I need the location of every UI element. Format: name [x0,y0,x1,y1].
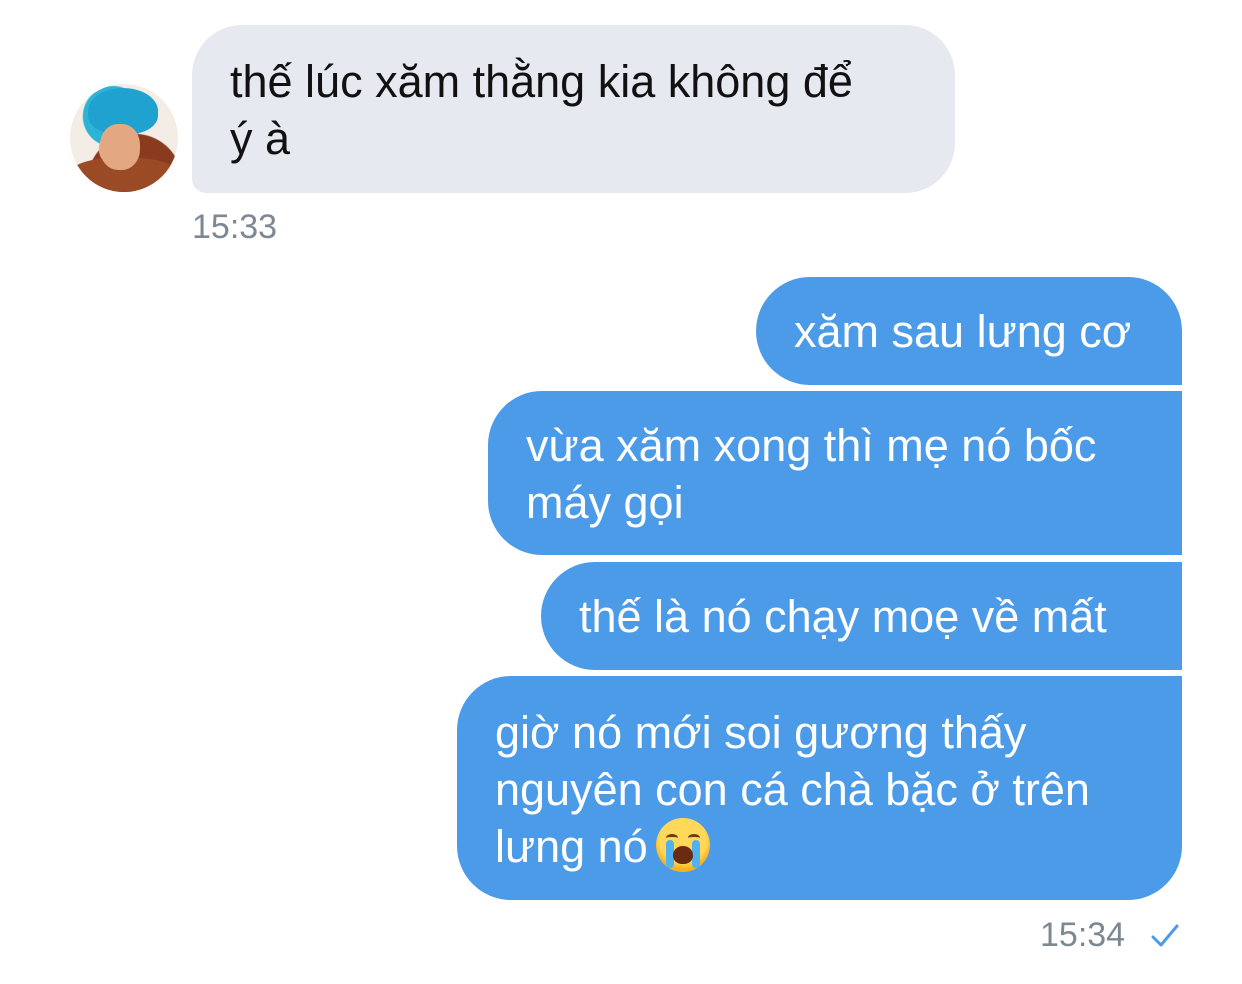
message-line: ý à [230,113,291,164]
message-line: nguyên con cá chà bặc ở trên [495,764,1090,815]
message-line: thế lúc xăm thằng kia không để [230,56,853,107]
eye-shape [687,834,700,842]
single-check-icon [1151,924,1179,947]
message-line-with-emoji: lưng nó [495,818,1182,875]
message-line: lưng nó [495,821,648,872]
tear-shape [691,840,700,868]
message-line: vừa xăm xong thì mẹ nó bốc [526,420,1097,471]
avatar-face-shape [100,124,140,170]
message-line: giờ nó mới soi gương thấy [495,707,1027,758]
incoming-timestamp: 15:33 [192,208,278,246]
message-line: thế là nó chạy moẹ về mất [579,591,1107,642]
outgoing-timestamp: 15:34 [1040,916,1126,954]
message-line: máy gọi [526,477,684,528]
incoming-message-bubble[interactable]: thế lúc xăm thằng kia không để ý à [192,25,955,193]
loudly-crying-face-emoji [655,818,710,872]
outgoing-message-bubble[interactable]: vừa xăm xong thì mẹ nó bốc máy gọi [488,391,1182,555]
outgoing-message-bubble[interactable]: xăm sau lưng cơ [756,277,1182,385]
message-line: xăm sau lưng cơ [794,306,1132,357]
outgoing-message-bubble[interactable]: giờ nó mới soi gương thấy nguyên con cá … [457,676,1182,900]
contact-avatar[interactable] [70,84,178,192]
outgoing-message-bubble[interactable]: thế là nó chạy moẹ về mất [541,562,1182,670]
eye-shape [665,834,678,842]
mouth-shape [672,846,693,864]
